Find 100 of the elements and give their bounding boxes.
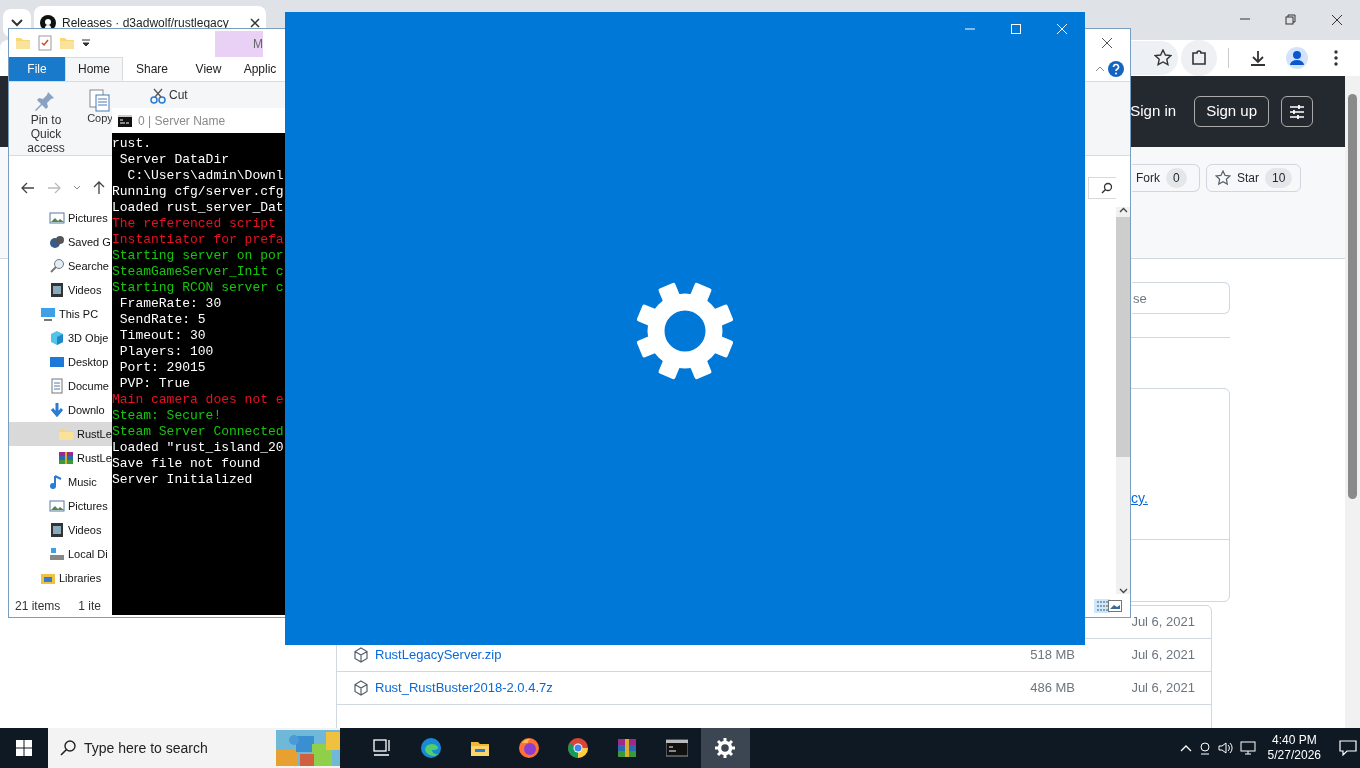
sign-up-button[interactable]: Sign up [1194,96,1269,127]
ribbon-tab[interactable]: Applic [236,57,284,81]
dropdown-icon[interactable] [81,38,91,48]
menu-icon[interactable] [1334,50,1338,66]
maximize-icon[interactable] [1010,23,1022,35]
edge-icon [420,738,443,758]
nav-item[interactable]: Local Di [9,542,112,566]
nav-item[interactable]: Pictures [9,206,112,230]
taskbar-search[interactable]: Type here to search [48,728,340,768]
ribbon-tab[interactable]: Home [65,57,123,81]
file-size: 486 MB [1029,679,1075,698]
windows-icon [16,740,32,756]
console-line: SteamGameServer_Init c [112,264,285,280]
copy-icon [88,88,112,112]
taskbar-app[interactable] [701,728,750,768]
nav-item[interactable]: RustLe [9,422,112,446]
scissors-icon [150,88,166,104]
package-icon [353,647,369,663]
ribbon-tab[interactable]: View [181,57,236,81]
videos-icon [49,282,65,298]
nav-item[interactable]: Saved G [9,230,112,254]
star-icon [1215,170,1231,186]
nav-item[interactable]: Libraries [9,566,112,590]
console-line: Running cfg/server.cfg [112,184,285,200]
console-line: Save file not found [112,456,262,472]
nav-item[interactable]: Desktop [9,350,112,374]
puzzle-icon[interactable] [1190,49,1208,67]
file-size: 518 MB [1029,646,1075,665]
star-icon[interactable] [1154,49,1172,67]
console-line: Timeout: 30 [118,328,207,344]
console-line: SendRate: 5 [118,312,207,328]
scrollbar[interactable] [1116,207,1130,594]
star-button[interactable]: Star 10 [1206,164,1302,192]
up-icon[interactable] [93,180,105,195]
nav-item[interactable]: 3D Obje [9,326,112,350]
ribbon-tab[interactable]: File [9,57,65,81]
nav-item[interactable]: Docume [9,374,112,398]
clock[interactable]: 4:40 PM 5/27/2026 [1267,733,1321,763]
date: Jul 6, 2021 [1130,646,1195,665]
counter: 10 [1265,168,1293,188]
console-line: Main camera does not e [112,392,285,408]
webcam-icon[interactable] [1197,741,1212,755]
nav-item[interactable]: Videos [9,278,112,302]
firefox-icon [518,738,541,758]
address-bar[interactable] [1128,41,1178,75]
context-tab[interactable]: M [215,31,263,57]
cut-button[interactable]: Cut [146,86,192,106]
search-field[interactable]: se [1132,282,1230,314]
search-input[interactable]: Type here to search [82,736,252,760]
date: Jul 6, 2021 [1130,679,1195,698]
folder-icon [58,426,74,442]
scrollbar[interactable] [1345,76,1360,728]
help-icon[interactable] [1108,61,1124,77]
console-line: rust. [112,136,152,152]
console-line: Starting server on por [112,248,285,264]
speaker-icon[interactable] [1217,741,1234,755]
close-icon[interactable] [1331,14,1343,26]
console-line: Loaded rust_server_Dat [112,200,285,216]
profile-icon[interactable] [1286,47,1308,69]
console-line: Loaded "rust_island_20 [112,440,285,456]
close-icon[interactable] [1101,37,1113,49]
network-icon[interactable] [1239,741,1256,755]
status-text: 21 items [15,597,61,615]
checklist-icon[interactable] [37,35,53,51]
nav-item[interactable]: Videos [9,518,112,542]
gear-icon [714,738,737,758]
link[interactable]: cy. [1131,488,1229,509]
drive-icon [49,546,65,562]
menu-button[interactable] [1281,96,1313,127]
asset-link[interactable]: Rust_RustBuster2018-2.0.4.7z [375,678,553,698]
downloads-icon [49,402,65,418]
console-line: FrameRate: 30 [118,296,223,312]
console-line: Players: 100 [118,344,215,360]
search-field[interactable] [1088,176,1116,199]
back-icon[interactable] [21,181,35,194]
copy-button[interactable]: Copy [87,88,113,125]
terminal-icon [665,738,688,758]
asset-link[interactable]: RustLegacyServer.zip [375,645,502,665]
pin-button[interactable]: Pin to Quick access [12,88,80,158]
nav-item[interactable]: Pictures [9,494,112,518]
ribbon-tab[interactable]: Share [123,57,181,81]
fork-button[interactable]: Fork 0 [1132,164,1200,192]
large-icons-view-icon[interactable] [1108,599,1122,612]
console-line: Steam: Secure! [112,408,223,424]
videos-icon [49,522,65,538]
console-line: Server DataDir [118,152,231,168]
chrome-icon [567,738,590,758]
console-line: PVP: True [118,376,191,392]
nav-item[interactable]: Searche [9,254,112,278]
nav-item[interactable]: Downlo [9,398,112,422]
nav-item[interactable]: RustLe [9,446,112,470]
notification-icon[interactable] [1339,740,1357,756]
close-icon[interactable] [250,18,260,28]
sign-in-link[interactable]: Sign in [1130,100,1177,123]
download-icon[interactable] [1249,49,1267,67]
nav-item[interactable]: This PC [9,302,112,326]
restore-icon[interactable] [1285,14,1297,26]
console-line: Steam Server Connected [112,424,285,440]
games-icon [49,234,65,250]
nav-item[interactable]: Music [9,470,112,494]
